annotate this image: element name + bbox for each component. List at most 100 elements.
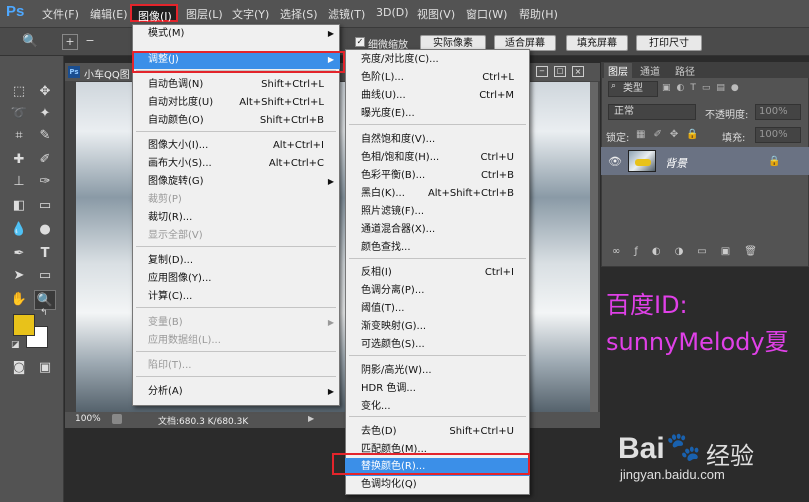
close-icon[interactable]: × xyxy=(572,66,584,77)
image-menu-item[interactable]: 显示全部(V) xyxy=(132,227,340,245)
adjust-menu-item[interactable]: 去色(D) Shift+Ctrl+U xyxy=(345,423,530,441)
tab-channels[interactable]: 通道 xyxy=(640,63,660,78)
adjust-menu-item[interactable]: 色彩平衡(B)... Ctrl+B xyxy=(345,167,530,185)
image-menu-item[interactable]: 画布大小(S)... Alt+Ctrl+C xyxy=(132,155,340,173)
dodge-tool-icon[interactable]: ● xyxy=(34,220,56,240)
history-brush-icon[interactable]: ✑ xyxy=(34,172,56,192)
adjust-menu-item[interactable]: 色相/饱和度(H)... Ctrl+U xyxy=(345,149,530,167)
adjust-menu-item[interactable]: 渐变映射(G)... xyxy=(345,318,530,336)
brush-tool-icon[interactable]: ✐ xyxy=(34,150,56,170)
eraser-icon[interactable]: ◧ xyxy=(8,196,30,216)
zoom-out-icon[interactable]: − xyxy=(82,34,98,50)
vertical-scrollbar[interactable] xyxy=(590,82,598,412)
tab-layers[interactable]: 图层 xyxy=(604,63,632,78)
marquee-tool-icon[interactable]: ⬚ xyxy=(8,82,30,102)
document-title[interactable]: 小车QQ图 xyxy=(84,66,130,81)
adjust-menu-item[interactable]: 变化... xyxy=(345,398,530,416)
lock-icons[interactable]: ▦✐✥🔒 xyxy=(636,129,707,140)
fill-input[interactable]: 100% xyxy=(755,127,801,143)
maximize-icon[interactable]: □ xyxy=(554,66,566,77)
healing-brush-icon[interactable]: ✚ xyxy=(8,150,30,170)
blend-mode-select[interactable]: 正常 xyxy=(608,104,696,120)
text-tool-icon[interactable]: T xyxy=(34,244,56,264)
shape-tool-icon[interactable]: ▭ xyxy=(34,266,56,286)
image-menu-item[interactable]: 复制(D)... xyxy=(132,252,340,270)
adjust-menu-item[interactable]: 亮度/对比度(C)... xyxy=(345,51,530,69)
zoom-tool-icon-selected[interactable]: 🔍 xyxy=(34,290,56,310)
menu-view[interactable]: 视图(V) xyxy=(417,6,455,22)
zoom-in-icon[interactable]: + xyxy=(62,34,78,50)
quick-mask-icon[interactable]: ◙ xyxy=(8,358,30,378)
pen-tool-icon[interactable]: ✒ xyxy=(8,244,30,264)
swap-colors-icon[interactable]: ↰ xyxy=(40,308,48,318)
screen-mode-icon[interactable]: ▣ xyxy=(34,358,56,378)
image-menu-item[interactable]: 陷印(T)... xyxy=(132,357,340,375)
image-menu-item[interactable]: 变量(B) ▶ xyxy=(132,314,340,332)
status-arrow-icon[interactable]: ▶ xyxy=(308,414,314,423)
gradient-tool-icon[interactable]: ▭ xyxy=(34,196,56,216)
adjust-menu-item[interactable]: 反相(I) Ctrl+I xyxy=(345,264,530,282)
minimize-icon[interactable]: − xyxy=(536,66,548,77)
image-menu-item[interactable]: 应用图像(Y)... xyxy=(132,270,340,288)
default-colors-icon[interactable]: ◪ xyxy=(11,340,20,350)
adjust-menu-item[interactable]: 色调均化(Q) xyxy=(345,476,530,494)
fine-zoom-checkbox[interactable]: ✓ xyxy=(355,37,365,47)
fill-screen-button[interactable]: 填充屏幕 xyxy=(566,35,628,51)
layer-filter-icons[interactable]: ▣◐T▭▤● xyxy=(662,83,802,95)
menu-type[interactable]: 文字(Y) xyxy=(232,6,269,22)
adjust-menu-item[interactable]: 黑白(K)... Alt+Shift+Ctrl+B xyxy=(345,185,530,203)
menu-help[interactable]: 帮助(H) xyxy=(519,6,558,22)
menu-3d[interactable]: 3D(D) xyxy=(376,6,409,19)
image-menu-item[interactable]: 裁切(R)... xyxy=(132,209,340,227)
adjust-menu-item[interactable]: 曲线(U)... Ctrl+M xyxy=(345,87,530,105)
image-menu-item[interactable]: 自动对比度(U) Alt+Shift+Ctrl+L xyxy=(132,94,340,112)
adjust-menu-item[interactable]: 曝光度(E)... xyxy=(345,105,530,123)
move-tool-icon[interactable]: ✥ xyxy=(34,82,56,102)
image-menu-item[interactable]: 裁剪(P) xyxy=(132,191,340,209)
image-menu-item[interactable]: 自动色调(N) Shift+Ctrl+L xyxy=(132,76,340,94)
crop-tool-icon[interactable]: ⌗ xyxy=(8,126,30,146)
adjust-menu-item[interactable]: 照片滤镜(F)... xyxy=(345,203,530,221)
image-menu-item[interactable]: 分析(A) ▶ xyxy=(132,383,340,401)
adjust-menu-item[interactable]: HDR 色调... xyxy=(345,380,530,398)
menu-window[interactable]: 窗口(W) xyxy=(466,6,507,22)
menu-file[interactable]: 文件(F) xyxy=(42,6,79,22)
lasso-tool-icon[interactable]: ➰ xyxy=(8,104,30,124)
image-menu-item[interactable]: 图像旋转(G) ▶ xyxy=(132,173,340,191)
clone-stamp-icon[interactable]: ⊥ xyxy=(8,172,30,192)
menu-image[interactable]: 图像(I) xyxy=(130,4,178,23)
adjust-menu-item[interactable]: 通道混合器(X)... xyxy=(345,221,530,239)
adjust-menu-item[interactable]: 色调分离(P)... xyxy=(345,282,530,300)
opacity-input[interactable]: 100% xyxy=(755,104,801,120)
image-menu-item[interactable]: 自动颜色(O) Shift+Ctrl+B xyxy=(132,112,340,130)
image-menu-item[interactable]: 计算(C)... xyxy=(132,288,340,306)
hand-tool-icon[interactable]: ✋ xyxy=(8,290,30,310)
adjust-menu-item[interactable]: 色阶(L)... Ctrl+L xyxy=(345,69,530,87)
menu-edit[interactable]: 编辑(E) xyxy=(90,6,128,22)
path-select-icon[interactable]: ➤ xyxy=(8,266,30,286)
tab-paths[interactable]: 路径 xyxy=(675,63,695,78)
adjust-menu-item[interactable]: 自然饱和度(V)... xyxy=(345,131,530,149)
eyedropper-icon[interactable]: ✎ xyxy=(34,126,56,146)
menu-item-label: 阈值(T)... xyxy=(361,303,405,314)
print-size-button[interactable]: 打印尺寸 xyxy=(636,35,702,51)
image-menu-item[interactable]: 应用数据组(L)... xyxy=(132,332,340,350)
menu-filter[interactable]: 滤镜(T) xyxy=(328,6,365,22)
zoom-tool-icon[interactable]: 🔍 xyxy=(22,34,38,49)
image-menu-item[interactable]: 图像大小(I)... Alt+Ctrl+I xyxy=(132,137,340,155)
layer-name[interactable]: 背景 xyxy=(665,155,687,171)
adjust-menu-item[interactable]: 阈值(T)... xyxy=(345,300,530,318)
layer-actions-icons[interactable]: ∞ƒ◐◑▭▣🗑 xyxy=(612,246,771,257)
adjust-menu-item[interactable]: 颜色查找... xyxy=(345,239,530,257)
status-menu-icon[interactable] xyxy=(112,414,122,424)
adjust-menu-item[interactable]: 阴影/高光(W)... xyxy=(345,362,530,380)
menu-layer[interactable]: 图层(L) xyxy=(186,6,223,22)
zoom-level[interactable]: 100% xyxy=(75,414,101,424)
blur-tool-icon[interactable]: 💧 xyxy=(8,220,30,240)
adjust-menu-item[interactable]: 可选颜色(S)... xyxy=(345,336,530,354)
visibility-eye-icon[interactable]: 👁 xyxy=(608,155,622,168)
menu-select[interactable]: 选择(S) xyxy=(280,6,318,22)
foreground-color-swatch[interactable] xyxy=(13,314,35,336)
image-menu-item[interactable]: 模式(M) ▶ xyxy=(132,25,340,43)
magic-wand-icon[interactable]: ✦ xyxy=(34,104,56,124)
